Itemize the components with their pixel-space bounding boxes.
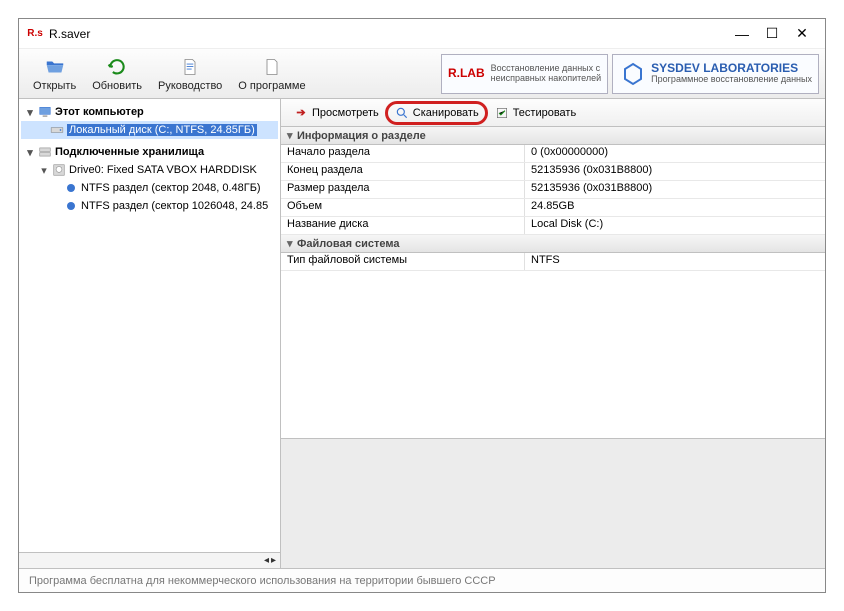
status-text: Программа бесплатна для некоммерческого … (29, 575, 496, 587)
view-label: Просмотреть (312, 107, 379, 119)
close-button[interactable]: ✕ (787, 24, 817, 44)
tree-storages-label: Подключенные хранилища (55, 146, 204, 158)
v-size: 52135936 (0x031B8800) (525, 181, 825, 198)
row-end: Конец раздела52135936 (0x031B8800) (281, 163, 825, 181)
tree-drive0-label: Drive0: Fixed SATA VBOX HARDDISK (69, 164, 257, 176)
test-label: Тестировать (513, 107, 577, 119)
tree-drive0[interactable]: ▾ Drive0: Fixed SATA VBOX HARDDISK (21, 161, 278, 179)
section-fs-header[interactable]: ▾Файловая система (281, 235, 825, 253)
k-start: Начало раздела (281, 145, 525, 162)
sysdev-banner[interactable]: SYSDEV LABORATORIES Программное восстано… (612, 54, 819, 94)
left-scrollbar[interactable]: ◂ ▸ (19, 552, 280, 568)
bullet-icon (63, 180, 79, 196)
info-grid: ▾Информация о разделе Начало раздела0 (0… (281, 127, 825, 438)
row-start: Начало раздела0 (0x00000000) (281, 145, 825, 163)
k-fstype: Тип файловой системы (281, 253, 525, 270)
page-icon (260, 55, 284, 79)
refresh-label: Обновить (92, 80, 142, 92)
section-partition-header[interactable]: ▾Информация о разделе (281, 127, 825, 145)
storage-icon (37, 144, 53, 160)
manual-button[interactable]: Руководство (150, 53, 230, 94)
k-name: Название диска (281, 217, 525, 234)
manual-label: Руководство (158, 80, 222, 92)
folder-open-icon (43, 55, 67, 79)
v-name: Local Disk (C:) (525, 217, 825, 234)
about-button[interactable]: О программе (230, 53, 313, 94)
section-fs-label: Файловая система (297, 238, 400, 250)
row-fstype: Тип файловой системыNTFS (281, 253, 825, 271)
tree-part1-label: NTFS раздел (сектор 2048, 0.48ГБ) (81, 182, 261, 194)
tree-part2-label: NTFS раздел (сектор 1026048, 24.85 (81, 200, 268, 212)
bottom-panel (281, 438, 825, 568)
scan-icon (394, 105, 410, 121)
v-end: 52135936 (0x031B8800) (525, 163, 825, 180)
tree-partition-1[interactable]: NTFS раздел (сектор 2048, 0.48ГБ) (21, 179, 278, 197)
refresh-icon (105, 55, 129, 79)
scroll-left-icon[interactable]: ◂ (264, 555, 269, 566)
k-vol: Объем (281, 199, 525, 216)
tree-partition-2[interactable]: NTFS раздел (сектор 1026048, 24.85 (21, 197, 278, 215)
k-size: Размер раздела (281, 181, 525, 198)
scan-button[interactable]: Сканировать (385, 101, 488, 125)
v-start: 0 (0x00000000) (525, 145, 825, 162)
tree-storages[interactable]: ▾ Подключенные хранилища (21, 143, 278, 161)
refresh-button[interactable]: Обновить (84, 53, 150, 94)
section-partition-label: Информация о разделе (297, 130, 426, 142)
row-volume: Объем24.85GB (281, 199, 825, 217)
tree-computer-label: Этот компьютер (55, 106, 144, 118)
bullet-icon (63, 198, 79, 214)
tree-this-computer[interactable]: ▾ Этот компьютер (21, 103, 278, 121)
scroll-right-icon[interactable]: ▸ (271, 555, 276, 566)
rlab-banner[interactable]: R.LAB Восстановление данных с неисправны… (441, 54, 608, 94)
test-button[interactable]: Тестировать (488, 103, 583, 123)
app-icon: R.s (27, 26, 43, 42)
window-title: R.saver (49, 27, 727, 41)
row-size: Размер раздела52135936 (0x031B8800) (281, 181, 825, 199)
document-icon (178, 55, 202, 79)
tree-local-disk-label: Локальный диск (C:, NTFS, 24.85ГБ) (67, 124, 257, 136)
maximize-button[interactable]: ☐ (757, 24, 787, 44)
minimize-button[interactable]: — (727, 24, 757, 44)
v-vol: 24.85GB (525, 199, 825, 216)
k-end: Конец раздела (281, 163, 525, 180)
sysdev-line2: Программное восстановление данных (651, 75, 812, 85)
row-diskname: Название дискаLocal Disk (C:) (281, 217, 825, 235)
rlab-logo-text: R.LAB (448, 66, 485, 80)
scan-label: Сканировать (413, 107, 479, 119)
right-panel: ➔ Просмотреть Сканировать Тестировать ▾И… (281, 99, 825, 568)
tree-local-disk[interactable]: Локальный диск (C:, NTFS, 24.85ГБ) (21, 121, 278, 139)
computer-icon (37, 104, 53, 120)
titlebar: R.s R.saver — ☐ ✕ (19, 19, 825, 49)
drive-icon (49, 122, 65, 138)
device-tree[interactable]: ▾ Этот компьютер Локальный диск (C:, NTF… (19, 99, 280, 552)
view-button[interactable]: ➔ Просмотреть (287, 103, 385, 123)
left-panel: ▾ Этот компьютер Локальный диск (C:, NTF… (19, 99, 281, 568)
content-area: ▾ Этот компьютер Локальный диск (C:, NTF… (19, 99, 825, 568)
test-icon (494, 105, 510, 121)
about-label: О программе (238, 80, 305, 92)
rlab-line2: неисправных накопителей (491, 74, 602, 84)
open-button[interactable]: Открыть (25, 53, 84, 94)
status-bar: Программа бесплатна для некоммерческого … (19, 568, 825, 592)
hexagon-icon (619, 60, 647, 88)
hdd-icon (51, 162, 67, 178)
main-toolbar: Открыть Обновить Руководство О программе… (19, 49, 825, 99)
arrow-right-icon: ➔ (293, 105, 309, 121)
open-label: Открыть (33, 80, 76, 92)
v-fstype: NTFS (525, 253, 825, 270)
app-window: R.s R.saver — ☐ ✕ Открыть Обновить Руков… (18, 18, 826, 593)
action-toolbar: ➔ Просмотреть Сканировать Тестировать (281, 99, 825, 127)
